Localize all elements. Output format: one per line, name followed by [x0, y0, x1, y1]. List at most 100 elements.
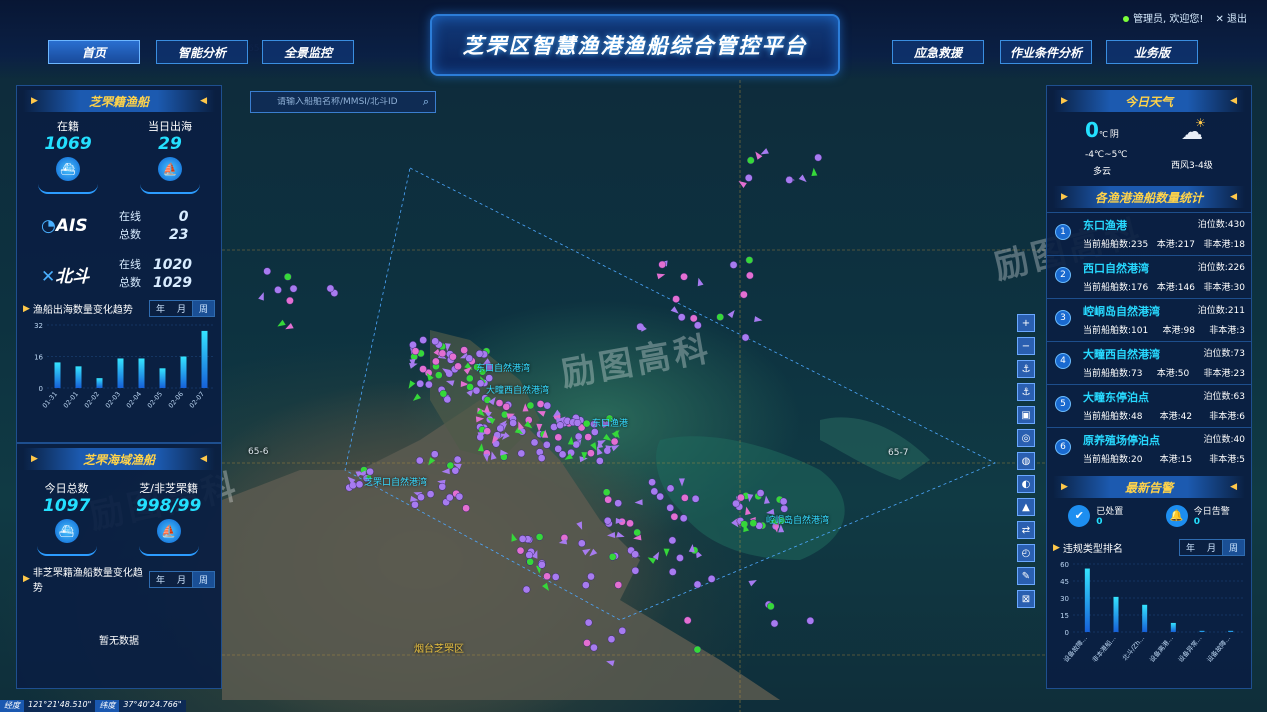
- vessel-marker[interactable]: [590, 428, 599, 436]
- vessel-marker[interactable]: [745, 256, 754, 264]
- vessel-marker[interactable]: [749, 519, 758, 528]
- tab-month[interactable]: 月: [171, 301, 192, 316]
- vessel-marker[interactable]: [741, 333, 750, 342]
- vessel-marker[interactable]: [460, 346, 469, 354]
- vessel-marker[interactable]: [543, 572, 551, 581]
- vessel-marker[interactable]: [814, 153, 823, 162]
- vessel-marker[interactable]: [732, 499, 740, 508]
- layer-icon[interactable]: ◐: [1017, 475, 1035, 493]
- vessel-marker[interactable]: [495, 399, 504, 407]
- ship-layer-icon[interactable]: ▣: [1017, 406, 1035, 424]
- vessel-marker[interactable]: [590, 643, 598, 652]
- bar[interactable]: [159, 368, 166, 388]
- vessel-marker[interactable]: [286, 296, 294, 305]
- vessel-marker[interactable]: [439, 389, 448, 398]
- bar[interactable]: [138, 358, 145, 388]
- bar[interactable]: [1170, 622, 1176, 632]
- vessel-marker[interactable]: [502, 402, 511, 411]
- vessel-marker[interactable]: [445, 493, 454, 502]
- vessel-marker[interactable]: [283, 273, 292, 281]
- vessel-marker[interactable]: [756, 489, 765, 497]
- vessel-marker[interactable]: [530, 438, 539, 447]
- vessel-marker[interactable]: [811, 167, 818, 176]
- vessel-marker[interactable]: [737, 493, 745, 502]
- vessel-marker[interactable]: [574, 432, 583, 441]
- vessel-marker[interactable]: [633, 528, 642, 537]
- vessel-marker[interactable]: [595, 457, 604, 465]
- warning-icon[interactable]: ▲: [1017, 498, 1035, 516]
- vessel-marker[interactable]: [509, 419, 517, 427]
- vessel-marker[interactable]: [780, 504, 789, 513]
- vessel-marker[interactable]: [411, 393, 422, 404]
- vessel-marker[interactable]: [535, 533, 544, 541]
- bar[interactable]: [1084, 568, 1090, 632]
- vessel-marker[interactable]: [656, 271, 666, 280]
- bar[interactable]: [117, 358, 124, 388]
- vessel-marker[interactable]: [746, 271, 754, 280]
- vessel-marker[interactable]: [434, 371, 443, 379]
- vessel-marker[interactable]: [583, 639, 591, 647]
- port-item[interactable]: 6 原养殖场停泊点 泊位数:40 当前船舶数:20 本港:15 非本港:5: [1047, 427, 1251, 470]
- vessel-marker[interactable]: [355, 480, 364, 489]
- vessel-marker[interactable]: [554, 433, 563, 442]
- vessel-marker[interactable]: [693, 645, 702, 654]
- bar[interactable]: [54, 362, 61, 388]
- vessel-marker[interactable]: [406, 380, 416, 390]
- vessel-marker[interactable]: [668, 568, 677, 576]
- vessel-marker[interactable]: [411, 500, 419, 509]
- vessel-marker[interactable]: [658, 260, 667, 269]
- search-input[interactable]: [251, 97, 411, 107]
- vessel-marker[interactable]: [263, 267, 272, 276]
- vessel-marker[interactable]: [558, 450, 567, 459]
- vessel-marker[interactable]: [475, 349, 484, 358]
- vessel-marker[interactable]: [577, 539, 586, 548]
- tab-week[interactable]: 周: [191, 301, 214, 316]
- measure-icon[interactable]: ⊠: [1017, 590, 1035, 608]
- vessel-marker[interactable]: [438, 482, 447, 491]
- tab-year[interactable]: 年: [150, 572, 171, 587]
- nav-smart-analysis[interactable]: 智能分析: [156, 40, 248, 64]
- vessel-marker[interactable]: [258, 291, 266, 301]
- tab-month[interactable]: 月: [1201, 540, 1222, 555]
- vessel-marker[interactable]: [276, 319, 286, 329]
- vessel-marker[interactable]: [472, 386, 481, 395]
- vessel-marker[interactable]: [543, 401, 552, 410]
- nav-panorama-monitor[interactable]: 全景监控: [262, 40, 354, 64]
- port-item[interactable]: 1 东口渔港 泊位数:430 当前船舶数:235 本港:217 非本港:18: [1047, 212, 1251, 255]
- vessel-marker[interactable]: [740, 290, 748, 299]
- vessel-marker[interactable]: [431, 337, 440, 346]
- vessel-marker[interactable]: [634, 499, 643, 506]
- vessel-marker[interactable]: [446, 461, 455, 470]
- vessel-marker[interactable]: [522, 585, 531, 594]
- vessel-marker[interactable]: [454, 362, 462, 371]
- vessel-marker[interactable]: [618, 626, 627, 635]
- vessel-marker[interactable]: [676, 554, 684, 562]
- vessel-marker[interactable]: [536, 400, 545, 408]
- anchor-icon[interactable]: ⚓: [1017, 360, 1035, 378]
- vessel-marker[interactable]: [419, 365, 427, 373]
- vessel-marker[interactable]: [666, 503, 675, 512]
- vessel-marker[interactable]: [631, 566, 640, 575]
- bar[interactable]: [1113, 596, 1119, 632]
- vessel-marker[interactable]: [604, 495, 613, 504]
- bar[interactable]: [201, 330, 208, 388]
- vessel-marker[interactable]: [526, 401, 535, 410]
- vessel-marker[interactable]: [754, 316, 763, 323]
- zoom-in-icon[interactable]: +: [1017, 314, 1035, 332]
- nav-home[interactable]: 首页: [48, 40, 140, 64]
- vessel-marker[interactable]: [584, 433, 593, 441]
- search-icon[interactable]: ⌕: [423, 95, 429, 109]
- vessel-marker[interactable]: [425, 380, 433, 389]
- bar[interactable]: [75, 366, 82, 388]
- nav-work-condition[interactable]: 作业条件分析: [1000, 40, 1092, 64]
- vessel-marker[interactable]: [748, 577, 758, 587]
- vessel-marker[interactable]: [679, 514, 688, 523]
- vessel-marker[interactable]: [656, 492, 664, 501]
- vessel-marker[interactable]: [465, 354, 474, 363]
- vessel-marker[interactable]: [551, 573, 560, 581]
- vessel-marker[interactable]: [432, 357, 440, 366]
- vessel-marker[interactable]: [693, 580, 702, 589]
- vessel-marker[interactable]: [806, 616, 815, 625]
- zoom-out-icon[interactable]: −: [1017, 337, 1035, 355]
- vessel-marker[interactable]: [666, 484, 675, 493]
